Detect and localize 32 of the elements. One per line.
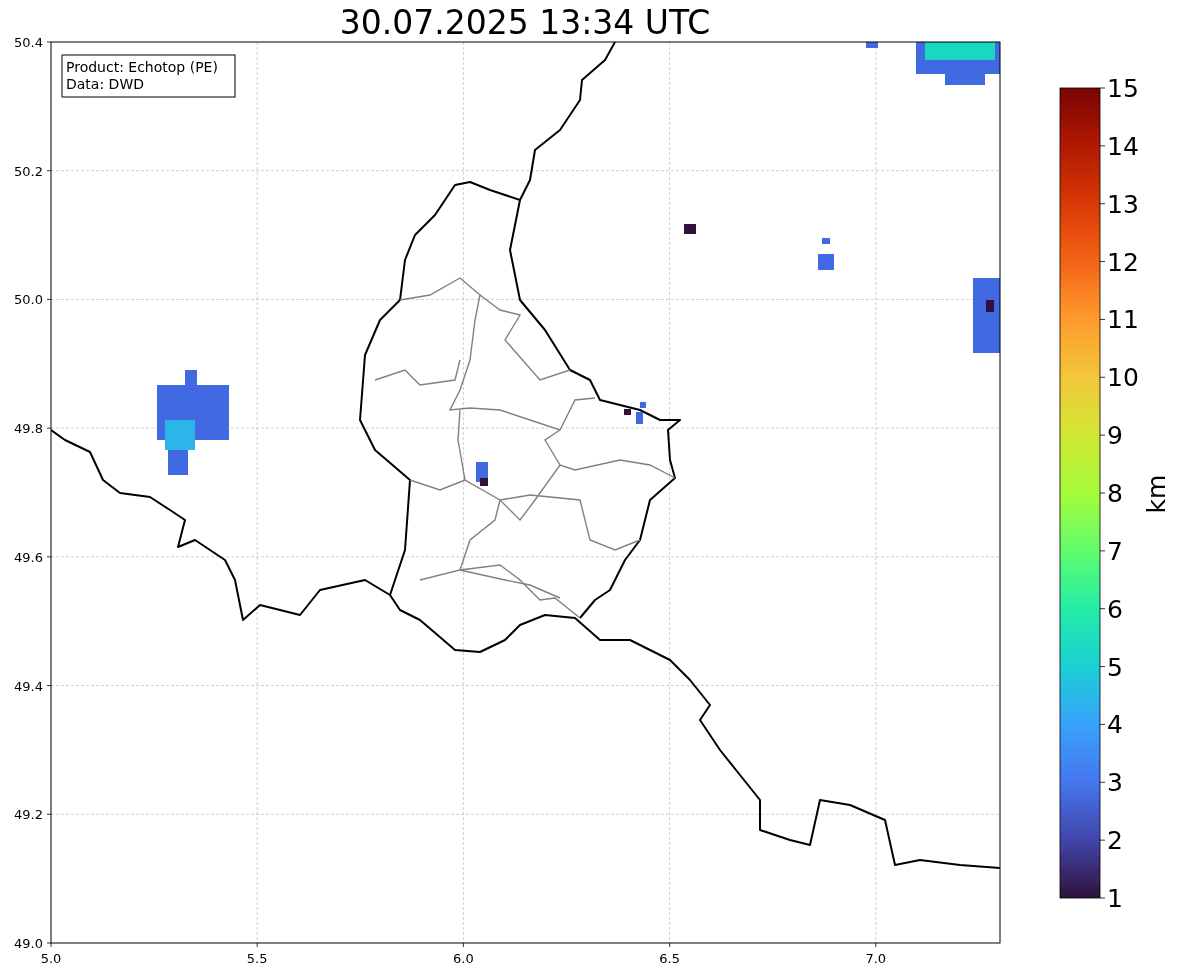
axis-tick-label: 50.2 [14, 163, 43, 179]
colorbar-tick-label: 4 [1107, 710, 1123, 740]
colorbar-tick-label: 15 [1107, 74, 1139, 103]
axis-tick-label: 49.2 [14, 807, 43, 823]
colorbar-tick-label: 9 [1107, 421, 1123, 451]
legend-text: Data: DWD [66, 76, 144, 92]
axis-tick-label: 50.4 [14, 35, 43, 50]
axis-tick-label: 6.0 [453, 951, 474, 966]
axis-tick-label: 49.6 [14, 549, 43, 565]
axis-tick-label: 6.5 [659, 951, 680, 966]
axis-tick-label: 49.8 [14, 421, 43, 437]
colorbar-label: km [1142, 474, 1171, 514]
axis-tick-label: 5.0 [40, 951, 62, 966]
colorbar-tick-label: 10 [1107, 363, 1139, 393]
colorbar-tick-label: 8 [1107, 479, 1123, 508]
colorbar-tick-label: 5 [1107, 652, 1123, 682]
colorbar-tick-label: 3 [1107, 768, 1123, 798]
colorbar-tick-label: 11 [1107, 305, 1139, 335]
colorbar-tick-label: 12 [1107, 247, 1139, 277]
colorbar-tick-label: 6 [1107, 594, 1123, 624]
legend-text: Product: Echotop (PE) [66, 59, 218, 75]
axis-tick-label: 50.0 [14, 292, 43, 308]
colorbar-tick-label: 7 [1107, 536, 1123, 566]
colorbar-tick-label: 2 [1107, 826, 1123, 856]
colorbar-tick-label: 1 [1107, 884, 1123, 913]
axis-tick-label: 7.0 [865, 951, 887, 966]
chart-title: 30.07.2025 13:34 UTC [339, 3, 711, 42]
colorbar-tick-label: 14 [1107, 131, 1139, 161]
axis-tick-label: 49.4 [14, 678, 43, 694]
axis-tick-label: 49.0 [14, 936, 43, 951]
colorbar-tick-label: 13 [1107, 189, 1139, 219]
axis-tick-label: 5.5 [246, 951, 268, 966]
